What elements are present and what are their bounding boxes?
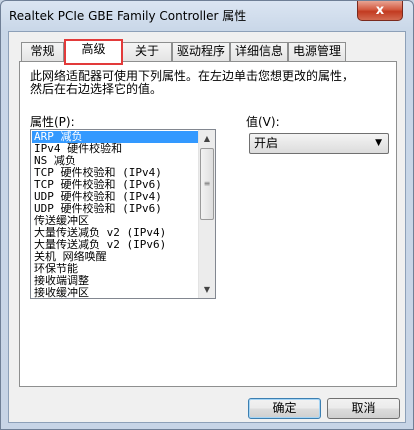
close-button[interactable]: x	[357, 1, 403, 21]
chevron-down-icon: ▼	[375, 138, 382, 148]
value-dropdown[interactable]: 开启 ▼	[249, 133, 389, 154]
dialog-client: 常规 高级 关于 驱动程序 详细信息 电源管理 此网络适配器可使用下列属性。在左…	[8, 31, 406, 423]
close-icon: x	[375, 3, 385, 18]
advanced-panel: 此网络适配器可使用下列属性。在左边单击您想更改的属性， 然后在右边选择它的值。 …	[19, 61, 397, 387]
tab-strip: 常规 高级 关于 驱动程序 详细信息 电源管理	[19, 39, 399, 65]
list-item[interactable]: 大量传送减负 v2 (IPv4)	[32, 227, 198, 239]
tab-about[interactable]: 关于	[122, 42, 172, 61]
tab-driver[interactable]: 驱动程序	[172, 42, 230, 61]
value-label: 值(V):	[246, 115, 280, 129]
list-item[interactable]: UDP 硬件校验和 (IPv4)	[32, 191, 198, 203]
list-item[interactable]: 接收端调整	[32, 275, 198, 287]
list-item[interactable]: ARP 减负	[32, 131, 198, 143]
ok-button[interactable]: 确定	[248, 398, 321, 419]
list-item[interactable]: 关机 网络唤醒	[32, 251, 198, 263]
window-title: Realtek PCIe GBE Family Controller 属性	[9, 9, 247, 23]
list-scrollbar[interactable]: ▲ ≡ ▼	[198, 130, 215, 298]
list-item[interactable]: 传送缓冲区	[32, 215, 198, 227]
cancel-button[interactable]: 取消	[327, 398, 400, 419]
list-item[interactable]: IPv4 硬件校验和	[32, 143, 198, 155]
tab-advanced[interactable]: 高级	[65, 40, 122, 63]
scroll-up-icon[interactable]: ▲	[199, 130, 215, 147]
list-item[interactable]: NS 减负	[32, 155, 198, 167]
tab-power-management[interactable]: 电源管理	[288, 42, 346, 61]
scroll-thumb[interactable]: ≡	[200, 148, 214, 220]
property-listbox[interactable]: ARP 减负 IPv4 硬件校验和 NS 减负 TCP 硬件校验和 (IPv4)…	[30, 129, 216, 299]
tab-general[interactable]: 常规	[21, 42, 64, 61]
tab-details[interactable]: 详细信息	[230, 42, 288, 61]
property-list: ARP 减负 IPv4 硬件校验和 NS 减负 TCP 硬件校验和 (IPv4)…	[32, 131, 198, 298]
list-item[interactable]: 环保节能	[32, 263, 198, 275]
list-item[interactable]: TCP 硬件校验和 (IPv6)	[32, 179, 198, 191]
list-item[interactable]: TCP 硬件校验和 (IPv4)	[32, 167, 198, 179]
value-dropdown-selected: 开启	[254, 136, 279, 150]
list-item[interactable]: 接收缓冲区	[32, 287, 198, 298]
title-bar[interactable]: Realtek PCIe GBE Family Controller 属性 x	[1, 1, 413, 31]
scroll-down-icon[interactable]: ▼	[199, 281, 215, 298]
description-text: 此网络适配器可使用下列属性。在左边单击您想更改的属性， 然后在右边选择它的值。	[30, 70, 390, 96]
properties-dialog: Realtek PCIe GBE Family Controller 属性 x …	[0, 0, 414, 430]
property-label: 属性(P):	[30, 115, 75, 129]
description-line-2: 然后在右边选择它的值。	[30, 82, 163, 96]
list-item[interactable]: UDP 硬件校验和 (IPv6)	[32, 203, 198, 215]
list-item[interactable]: 大量传送减负 v2 (IPv6)	[32, 239, 198, 251]
